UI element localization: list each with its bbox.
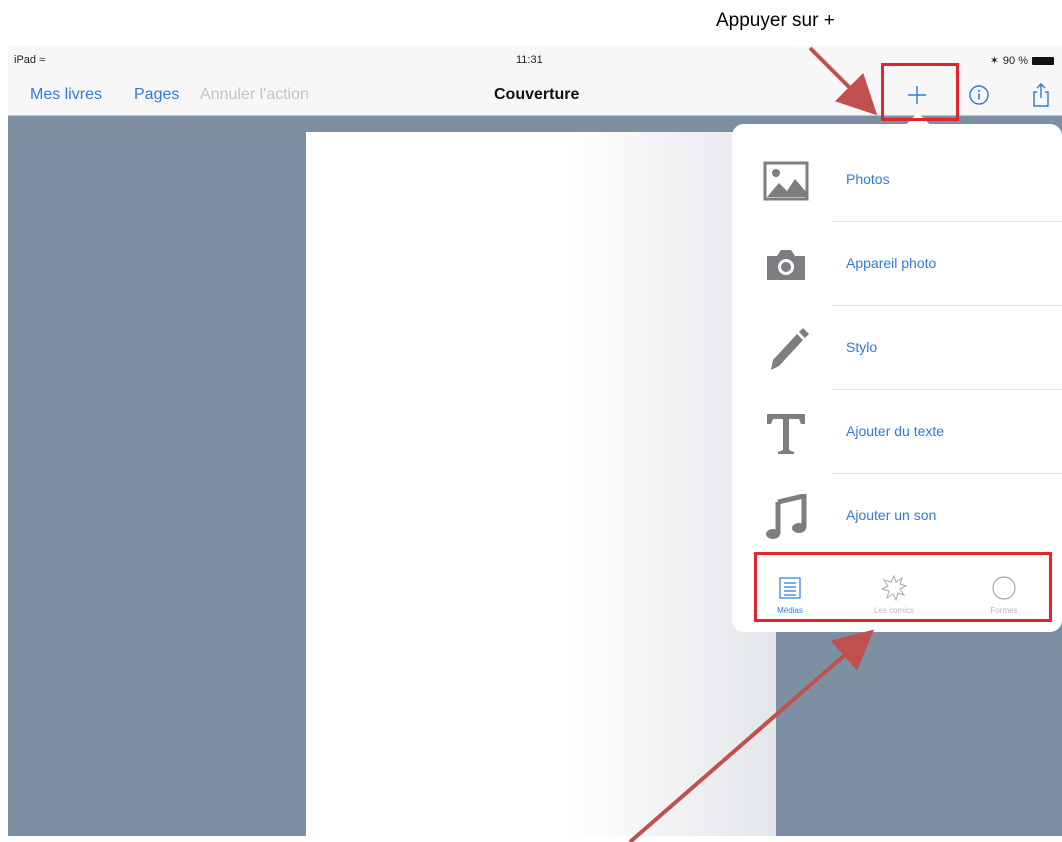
arrow-to-plus (808, 46, 878, 116)
annotation-arrows (628, 46, 878, 842)
arrow-to-tabs (628, 629, 875, 842)
